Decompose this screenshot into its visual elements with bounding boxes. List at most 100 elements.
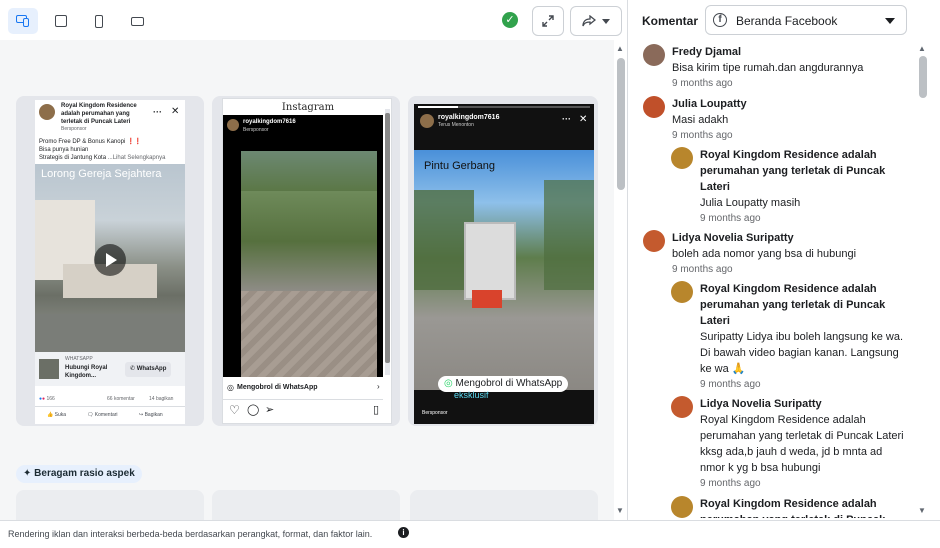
ad-text-1: Promo Free DP & Bonus Kanopi ❗❗ bbox=[39, 139, 142, 145]
avatar[interactable] bbox=[671, 496, 693, 518]
facebook-icon: f bbox=[713, 13, 727, 27]
whatsapp-button[interactable]: ✆ WhatsApp bbox=[125, 362, 172, 377]
send-icon[interactable]: ➢ bbox=[265, 403, 274, 416]
story-sticker: eksklusif bbox=[454, 390, 489, 400]
whatsapp-icon: ✆ bbox=[130, 366, 136, 372]
square-icon bbox=[55, 15, 67, 27]
like-action[interactable]: 👍 Suka bbox=[47, 412, 66, 419]
facebook-feed-phone: Royal Kingdom Residence adalah perumahan… bbox=[35, 100, 185, 424]
commenter-name[interactable]: Julia Loupatty bbox=[672, 96, 912, 112]
heart-icon[interactable]: ♡ bbox=[229, 403, 240, 417]
story-preview[interactable]: royalkingdom7616 Terus Menonton ··· ✕ Pi… bbox=[408, 96, 598, 426]
placeholder-card-2 bbox=[212, 490, 400, 520]
commenter-name[interactable]: Royal Kingdom Residence adalah perumahan… bbox=[700, 281, 910, 329]
story-avatar bbox=[420, 114, 434, 128]
story-video-frame[interactable]: Pintu Gerbang ◎ Mengobrol di WhatsApp bbox=[414, 150, 594, 392]
page-name: Royal Kingdom Residence adalah perumahan… bbox=[61, 103, 137, 125]
avatar[interactable] bbox=[643, 44, 665, 66]
avatar[interactable] bbox=[671, 147, 693, 169]
reaction-count: ●● 166 bbox=[39, 396, 55, 402]
preview-scroll-thumb[interactable] bbox=[617, 58, 625, 190]
comment-count: 66 komentar bbox=[107, 396, 135, 402]
footer: Rendering iklan dan interaksi berbeda-be… bbox=[0, 520, 940, 548]
preview-toolbar: ✓ bbox=[0, 0, 628, 40]
ig-sponsored: Bersponsor bbox=[243, 127, 269, 133]
page-avatar bbox=[39, 104, 55, 120]
close-icon[interactable]: ✕ bbox=[171, 106, 179, 117]
sparkle-icon: ✦ bbox=[23, 468, 32, 479]
info-icon[interactable]: i bbox=[398, 527, 409, 538]
share-dropdown-button[interactable] bbox=[570, 6, 622, 36]
commenter-name[interactable]: Royal Kingdom Residence adalah perumahan… bbox=[700, 147, 910, 195]
commenter-name[interactable]: Lidya Novelia Suripatty bbox=[672, 230, 912, 246]
comment-time: 9 months ago bbox=[672, 78, 733, 89]
placeholder-card-3 bbox=[410, 490, 598, 520]
story-caption: Pintu Gerbang bbox=[424, 160, 495, 172]
caret-down-icon bbox=[885, 18, 895, 24]
scroll-up-icon[interactable]: ▲ bbox=[616, 44, 624, 53]
landscape-view-button[interactable] bbox=[122, 8, 152, 34]
instagram-phone: Instagram royalkingdom7616 Bersponsor ◎ … bbox=[222, 98, 392, 424]
bookmark-icon[interactable]: ▯ bbox=[373, 403, 379, 416]
comment-text: Royal Kingdom Residence adalah perumahan… bbox=[700, 414, 904, 474]
commenter-name[interactable]: Fredy Djamal bbox=[672, 44, 912, 60]
scroll-up-icon[interactable]: ▲ bbox=[918, 44, 926, 53]
avatar[interactable] bbox=[671, 396, 693, 418]
ig-video-frame[interactable] bbox=[241, 151, 377, 377]
comment-bubble-icon[interactable]: ◯ bbox=[247, 403, 259, 416]
like-icon: 👍 bbox=[47, 412, 54, 418]
comment-text: Bisa kirim tipe rumah.dan angdurannya bbox=[672, 62, 864, 74]
commenter-name[interactable]: Lidya Novelia Suripatty bbox=[700, 396, 910, 412]
more-icon[interactable]: ··· bbox=[562, 114, 571, 124]
video-caption: Lorong Gereja Sejahtera bbox=[41, 168, 162, 180]
ig-account: royalkingdom7616 bbox=[243, 119, 296, 125]
avatar[interactable] bbox=[671, 281, 693, 303]
feed-view-button[interactable] bbox=[46, 8, 76, 34]
ig-cta-text: Mengobrol di WhatsApp bbox=[237, 384, 318, 391]
instagram-feed-preview[interactable]: Instagram royalkingdom7616 Bersponsor ◎ … bbox=[212, 96, 400, 426]
footer-note: Rendering iklan dan interaksi berbeda-be… bbox=[8, 529, 373, 539]
all-placements-button[interactable] bbox=[8, 8, 38, 34]
more-icon[interactable]: ··· bbox=[153, 107, 162, 117]
scroll-down-icon[interactable]: ▼ bbox=[918, 506, 926, 515]
facebook-feed-preview[interactable]: Royal Kingdom Residence adalah perumahan… bbox=[16, 96, 204, 426]
comments-scrollbar[interactable]: ▲ ▼ bbox=[917, 44, 929, 518]
comment-text: Julia Loupatty masih bbox=[700, 197, 801, 209]
avatar[interactable] bbox=[643, 230, 665, 252]
cta-headline: Hubungi Royal Kingdom... bbox=[65, 365, 108, 379]
aspect-ratio-badge: ✦ Beragam rasio aspek bbox=[16, 465, 142, 483]
comment-text: boleh ada nomor yang bsa di hubungi bbox=[672, 248, 857, 260]
whatsapp-icon: ◎ bbox=[444, 378, 453, 389]
comment-time: 9 months ago bbox=[672, 130, 733, 141]
play-icon[interactable] bbox=[94, 244, 126, 276]
comment-text: Masi adakh bbox=[672, 114, 729, 126]
comment-time: 9 months ago bbox=[700, 213, 761, 224]
comment-list: Fredy Djamal Bisa kirim tipe rumah.dan a… bbox=[629, 40, 919, 518]
commenter-name[interactable]: Royal Kingdom Residence adalah perumahan… bbox=[700, 496, 910, 518]
share-count: 14 bagikan bbox=[149, 396, 174, 402]
scroll-down-icon[interactable]: ▼ bbox=[616, 506, 624, 515]
story-sponsored: Bersponsor bbox=[422, 410, 448, 416]
avatar[interactable] bbox=[643, 96, 665, 118]
comment-source-select[interactable]: f Beranda Facebook bbox=[705, 5, 907, 35]
story-view-button[interactable] bbox=[84, 8, 114, 34]
comment-time: 9 months ago bbox=[700, 478, 761, 489]
share-action[interactable]: ↪ Bagikan bbox=[139, 412, 163, 419]
preview-area: Royal Kingdom Residence adalah perumahan… bbox=[0, 40, 614, 520]
check-circle-icon: ✓ bbox=[502, 12, 518, 28]
chevron-right-icon: › bbox=[377, 382, 380, 391]
preview-panel: ✓ Royal Kingdom Residence adalah perumah… bbox=[0, 0, 628, 520]
preview-scrollbar[interactable]: ▲ ▼ bbox=[615, 44, 627, 520]
share-arrow-icon: ↪ bbox=[139, 412, 144, 418]
close-icon[interactable]: ✕ bbox=[579, 114, 587, 125]
ig-cta-bar[interactable]: ◎ Mengobrol di WhatsApp › bbox=[223, 381, 383, 395]
ig-avatar bbox=[227, 119, 239, 131]
video-thumbnail[interactable]: Lorong Gereja Sejahtera bbox=[35, 164, 185, 352]
expand-button[interactable] bbox=[532, 6, 564, 36]
placeholder-card-1 bbox=[16, 490, 204, 520]
expand-icon bbox=[542, 15, 554, 27]
ig-scrollbar[interactable] bbox=[385, 109, 390, 375]
comment-action[interactable]: 🗨 Komentari bbox=[87, 412, 118, 419]
phone-icon bbox=[95, 14, 103, 28]
comments-scroll-thumb[interactable] bbox=[919, 56, 927, 98]
